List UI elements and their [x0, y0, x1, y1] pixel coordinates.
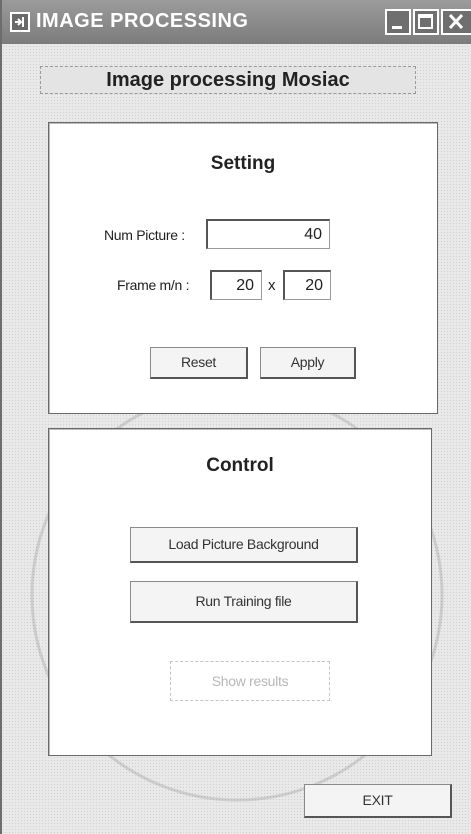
main-window: IMAGE PROCESSING Image processing Mosiac	[0, 0, 471, 834]
minimize-icon	[392, 26, 402, 29]
num-picture-input[interactable]: 40	[206, 219, 330, 249]
frame-n-input[interactable]: 20	[283, 270, 331, 300]
maximize-icon	[418, 14, 433, 29]
close-button[interactable]	[441, 9, 471, 35]
setting-title: Setting	[210, 153, 276, 174]
reset-button[interactable]: Reset	[150, 347, 248, 379]
apply-button[interactable]: Apply	[260, 347, 356, 379]
load-picture-background-button[interactable]: Load Picture Background	[130, 527, 358, 563]
title-bar[interactable]: IMAGE PROCESSING	[2, 0, 471, 44]
minimize-button[interactable]	[385, 9, 411, 35]
num-picture-label: Num Picture :	[104, 227, 185, 243]
control-panel: Control Load Picture Background Run Trai…	[48, 428, 432, 756]
app-header-title: Image processing Mosiac	[40, 66, 416, 94]
window-title: IMAGE PROCESSING	[36, 10, 249, 32]
frame-separator: x	[268, 277, 276, 294]
close-icon	[448, 13, 464, 30]
control-title: Control	[206, 455, 274, 476]
setting-panel: Setting Num Picture : 40 Frame m/n : 20 …	[48, 122, 438, 414]
frame-m-input[interactable]: 20	[210, 270, 262, 300]
exit-button[interactable]: EXIT	[304, 784, 452, 818]
run-training-file-button[interactable]: Run Training file	[130, 581, 358, 623]
show-results-button: Show results	[170, 661, 330, 701]
app-icon[interactable]	[10, 12, 30, 32]
maximize-button[interactable]	[413, 9, 439, 35]
frame-mn-label: Frame m/n :	[117, 277, 190, 293]
